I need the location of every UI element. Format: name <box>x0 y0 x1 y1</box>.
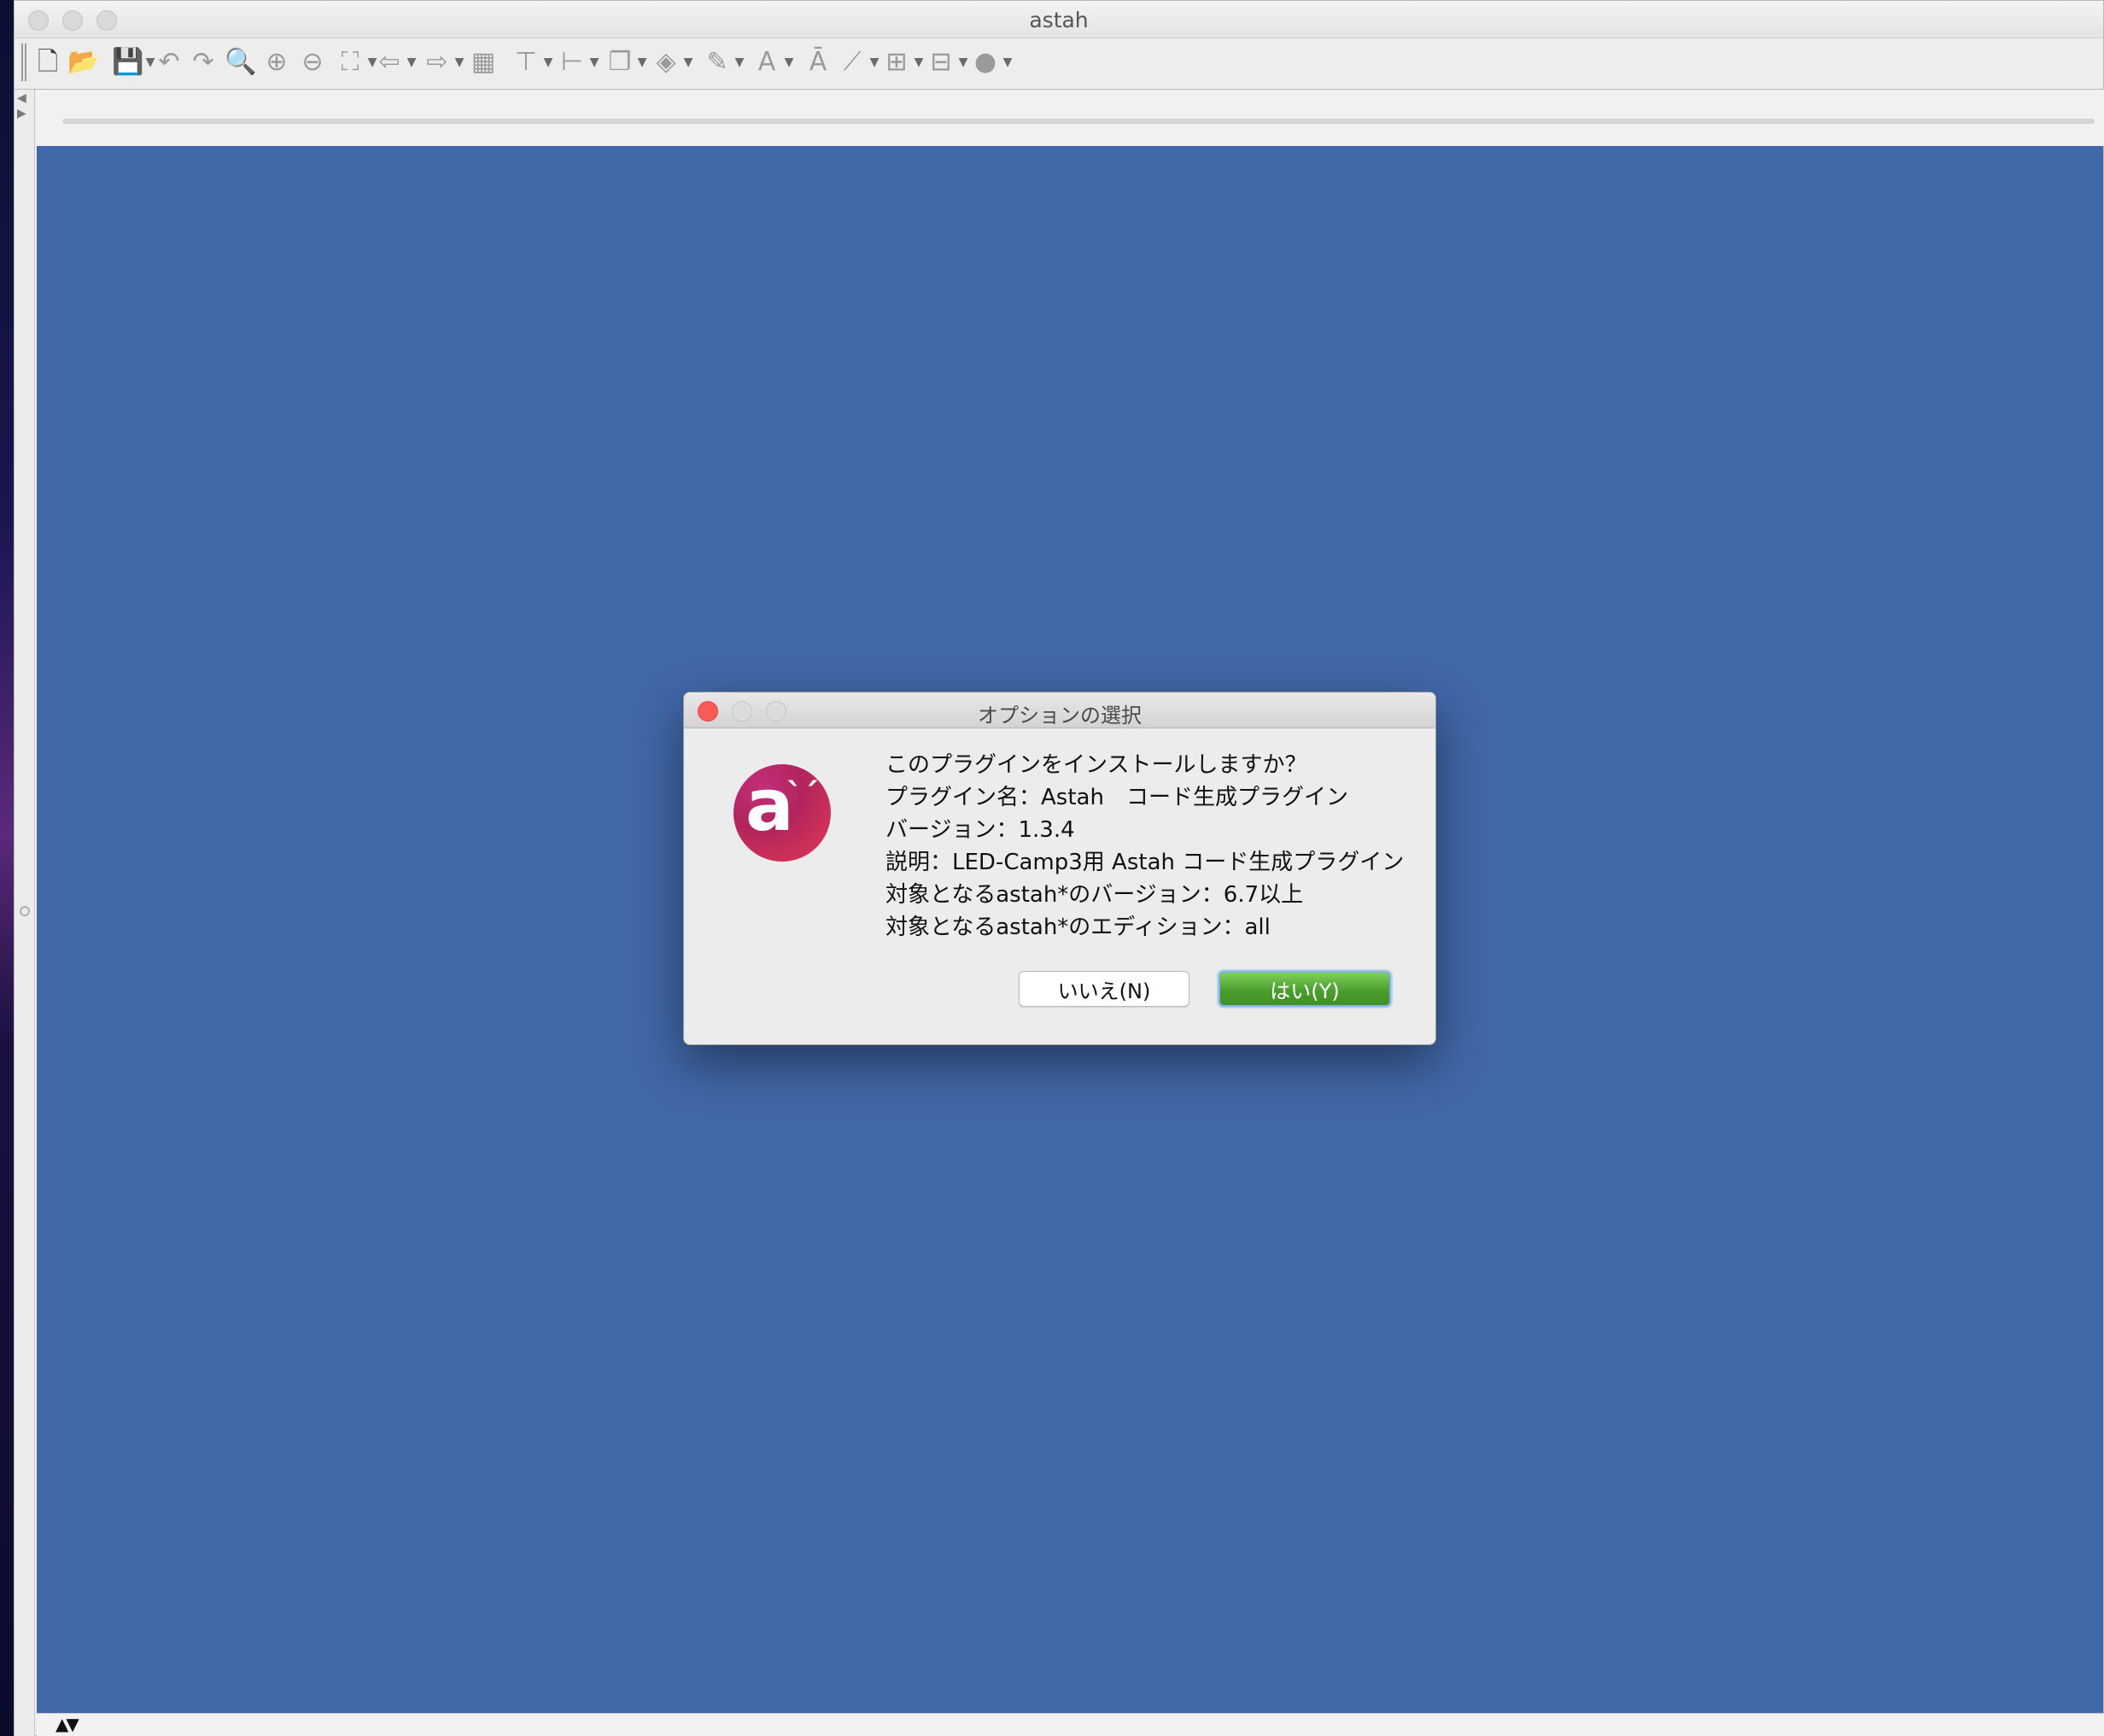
dropdown-caret-icon[interactable]: ▼ <box>913 56 925 69</box>
main-toolbar: 🗋 📂 💾 ▼ ↶ ↷ 🔍 ⊕ ⊖ ⛶ ▼ ⇦ ▼ ⇨ ▼ ▦ ⊤ ▼ ⊢ ▼ ❐ ▼ ◈ ▼ ✎ ▼ A ▼ Ā ⟋ ▼ ⊞ ▼ ⊟ ▼ ● ▼ <box>15 38 2103 90</box>
tree-layout-icon: ⊞ <box>885 47 908 77</box>
yes-button[interactable]: はい(Y) <box>1219 971 1391 1007</box>
toolbar-redo-button[interactable]: ↷ <box>187 44 219 81</box>
open-folder-icon: 📂 <box>67 47 100 77</box>
collapse-left-icon[interactable]: ◀ <box>17 91 26 105</box>
font-color-icon: A <box>757 47 776 77</box>
undo-icon: ↶ <box>158 47 180 77</box>
dropdown-caret-icon[interactable]: ▼ <box>733 56 745 69</box>
left-gutter: ◀ ▶ <box>15 90 35 1736</box>
dialog-titlebar: オプションの選択 <box>684 693 1435 728</box>
toolbar-new-file-button[interactable]: 🗋 <box>32 44 64 81</box>
save-icon: 💾 <box>112 47 144 77</box>
redo-icon: ↷ <box>192 47 214 77</box>
toolbar-open-folder-button[interactable]: 📂 <box>67 44 100 81</box>
toolbar-forward-button[interactable]: ⇨ ▼ <box>421 44 465 81</box>
font-size-icon: Ā <box>809 47 827 77</box>
message-plugin-name: プラグイン名：Astah コード生成プラグイン <box>885 785 1348 810</box>
dropdown-caret-icon[interactable]: ▼ <box>783 56 795 69</box>
diagram-tab-strip <box>62 119 2095 124</box>
dropdown-caret-icon[interactable]: ▼ <box>542 56 554 69</box>
toolbar-fit-window-button[interactable]: ⛶ ▼ <box>334 44 378 81</box>
toolbar-align-left-button[interactable]: ⊢ ▼ <box>556 44 600 81</box>
dropdown-caret-icon[interactable]: ▼ <box>588 56 600 69</box>
desktop-background <box>0 0 14 1736</box>
fill-color-icon: ◈ <box>656 47 676 77</box>
message-question: このプラグインをインストールしますか？ <box>885 752 1307 778</box>
fit-window-icon: ⛶ <box>341 47 359 77</box>
dropdown-caret-icon[interactable]: ▼ <box>868 56 880 69</box>
toolbar-auto-layout-button[interactable]: ⊟ ▼ <box>925 44 969 81</box>
align-left-icon: ⊢ <box>560 47 584 77</box>
expand-right-icon[interactable]: ▶ <box>17 107 26 120</box>
stereotype-icon: ● <box>973 47 997 77</box>
toolbar-tree-layout-button[interactable]: ⊞ ▼ <box>880 44 925 81</box>
toolbar-font-color-button[interactable]: A ▼ <box>751 44 795 81</box>
toolbar-back-button[interactable]: ⇦ ▼ <box>373 44 418 81</box>
back-icon: ⇦ <box>378 47 400 77</box>
toolbar-stereotype-button[interactable]: ● ▼ <box>969 44 1014 81</box>
dialog-title: オプションの選択 <box>978 704 1142 728</box>
message-target-version: 対象となるastah*のバージョン：6.7以上 <box>885 882 1304 908</box>
message-description: 説明：LED-Camp3用 Astah コード生成プラグイン <box>885 850 1405 875</box>
toolbar-grid-button[interactable]: ▦ <box>467 44 500 81</box>
line-style-icon: ⟋ <box>843 47 862 77</box>
option-dialog: オプションの選択 a ˋˊ このプラグインをインストールしますか？ プラグイン名… <box>683 692 1436 1045</box>
no-button[interactable]: いいえ(N) <box>1019 971 1189 1007</box>
toolbar-fill-color-button[interactable]: ◈ ▼ <box>650 44 694 81</box>
dropdown-caret-icon[interactable]: ▼ <box>453 56 465 69</box>
dropdown-caret-icon[interactable]: ▼ <box>406 56 418 69</box>
toolbar-zoom-in-button[interactable]: ⊕ <box>260 44 293 81</box>
dropdown-caret-icon[interactable]: ▼ <box>682 56 694 69</box>
split-toggle-icon[interactable]: ▲▼ <box>56 1714 79 1734</box>
auto-layout-icon: ⊟ <box>930 47 952 77</box>
bottom-pane-bar: ▲▼ <box>37 1713 2104 1736</box>
window-titlebar: astah <box>15 1 2103 38</box>
dialog-message: このプラグインをインストールしますか？ プラグイン名：Astah コード生成プラ… <box>885 749 1404 944</box>
zoom-out-icon: ⊖ <box>301 47 324 77</box>
forward-icon: ⇨ <box>426 47 448 77</box>
toolbar-line-style-button[interactable]: ⟋ ▼ <box>836 44 880 81</box>
toolbar-arrange-button[interactable]: ❐ ▼ <box>604 44 648 81</box>
toolbar-zoom-out-button[interactable]: ⊖ <box>296 44 329 81</box>
line-color-icon: ✎ <box>706 47 728 77</box>
zoom-in-icon: ⊕ <box>266 47 288 77</box>
dropdown-caret-icon[interactable]: ▼ <box>957 56 969 69</box>
toolbar-undo-button[interactable]: ↶ <box>153 44 185 81</box>
toolbar-font-size-button[interactable]: Ā <box>802 44 834 81</box>
align-top-icon: ⊤ <box>514 47 538 77</box>
diagram-header <box>37 90 2104 146</box>
splitter-handle[interactable] <box>20 906 30 916</box>
dropdown-caret-icon[interactable]: ▼ <box>1002 56 1014 69</box>
new-file-icon: 🗋 <box>37 47 59 77</box>
toolbar-grip[interactable] <box>21 44 26 81</box>
message-version: バージョン：1.3.4 <box>885 817 1075 843</box>
arrange-icon: ❐ <box>608 47 632 77</box>
toolbar-line-color-button[interactable]: ✎ ▼ <box>701 44 745 81</box>
toolbar-zoom-button[interactable]: 🔍 <box>225 44 257 81</box>
message-target-edition: 対象となるastah*のエディション：all <box>885 915 1271 940</box>
astah-logo-icon: a ˋˊ <box>733 764 831 862</box>
grid-icon: ▦ <box>470 47 496 77</box>
dropdown-caret-icon[interactable]: ▼ <box>636 56 648 69</box>
window-title: astah <box>1029 8 1089 32</box>
toolbar-align-top-button[interactable]: ⊤ ▼ <box>510 44 554 81</box>
zoom-icon: 🔍 <box>225 47 257 77</box>
toolbar-save-button[interactable]: 💾 ▼ <box>112 44 156 81</box>
